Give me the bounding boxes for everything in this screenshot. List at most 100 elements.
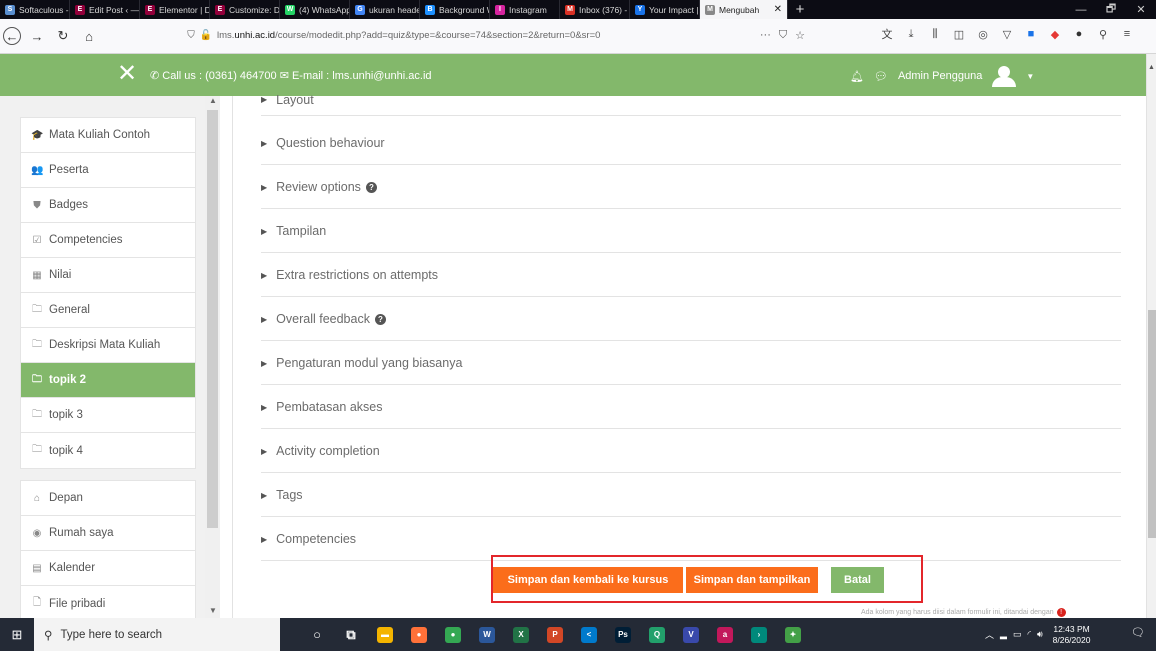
- sidebar-item-nilai[interactable]: ▦ Nilai: [21, 258, 195, 293]
- app-icon[interactable]: Q: [640, 618, 674, 651]
- sidebar-item-topik-4[interactable]: 🗀 topik 4: [21, 433, 195, 468]
- sidebar-item-kalender[interactable]: ▤ Kalender: [21, 551, 195, 586]
- section-review-options[interactable]: ▶ Review options?: [261, 166, 1121, 209]
- help-icon[interactable]: ?: [365, 181, 377, 193]
- a-app-icon[interactable]: a: [708, 618, 742, 651]
- sidebar-item-mata-kuliah-contoh[interactable]: 🎓 Mata Kuliah Contoh: [21, 118, 195, 153]
- volume-icon[interactable]: 🔊︎: [1037, 629, 1043, 640]
- vscode-icon[interactable]: <: [572, 618, 606, 651]
- network-icon[interactable]: ▂: [1000, 629, 1007, 640]
- section-pengaturan-modul-yang-biasanya[interactable]: ▶ Pengaturan modul yang biasanya: [261, 342, 1121, 385]
- section-activity-completion[interactable]: ▶ Activity completion: [261, 430, 1121, 473]
- browser-tab[interactable]: M Inbox (376) - l: [560, 0, 630, 19]
- browser-tab[interactable]: I Instagram: [490, 0, 560, 19]
- sidebar-scrollbar[interactable]: ▲ ▼: [205, 96, 220, 618]
- sidebar-item-peserta[interactable]: 👥 Peserta: [21, 153, 195, 188]
- menu-icon[interactable]: ≡: [1120, 26, 1134, 42]
- home-nav-icon[interactable]: ⌂: [79, 26, 99, 46]
- url-bar[interactable]: ⛉ 🔓 lms.unhi.ac.id/course/modedit.php?ad…: [183, 24, 811, 46]
- photoshop-icon[interactable]: Ps: [606, 618, 640, 651]
- account-icon[interactable]: ◎: [976, 26, 990, 42]
- sidebar-item-rumah-saya[interactable]: ◉ Rumah saya: [21, 516, 195, 551]
- help-icon[interactable]: ?: [374, 313, 386, 325]
- save-display-button[interactable]: Simpan dan tampilkan: [686, 567, 818, 593]
- windows-start-icon[interactable]: ⊞: [0, 618, 34, 651]
- sidebar-scrollbar-thumb[interactable]: [207, 110, 218, 528]
- extension-circle-icon[interactable]: ●: [1072, 26, 1086, 42]
- close-drawer-icon[interactable]: ✕: [117, 62, 137, 86]
- new-tab-button[interactable]: +: [788, 0, 812, 19]
- sidebar-item-deskripsi-mata-kuliah[interactable]: 🗀 Deskripsi Mata Kuliah: [21, 328, 195, 363]
- browser-tab[interactable]: E Elementor | Do: [140, 0, 210, 19]
- sidebar-item-topik-2[interactable]: 🗀 topik 2: [21, 363, 195, 398]
- forward-icon[interactable]: →: [27, 26, 47, 46]
- browser-tab[interactable]: B Background We: [420, 0, 490, 19]
- avatar[interactable]: [992, 66, 1017, 87]
- save-return-button[interactable]: Simpan dan kembali ke kursus: [493, 567, 683, 593]
- section-overall-feedback[interactable]: ▶ Overall feedback?: [261, 298, 1121, 341]
- close-tab-icon[interactable]: ✕: [774, 4, 782, 15]
- section-pembatasan-akses[interactable]: ▶ Pembatasan akses: [261, 386, 1121, 429]
- minimize-icon[interactable]: —: [1066, 0, 1096, 19]
- user-name[interactable]: Admin Pengguna: [898, 70, 982, 82]
- sidebar-scroll-down-icon[interactable]: ▼: [209, 606, 217, 615]
- firefox-icon[interactable]: ●: [402, 618, 436, 651]
- cancel-button[interactable]: Batal: [831, 567, 884, 593]
- browser-tab[interactable]: W (4) WhatsApp: [280, 0, 350, 19]
- section-layout[interactable]: ▶ Layout: [261, 84, 1121, 116]
- extension-color-icon[interactable]: ◆: [1048, 26, 1062, 42]
- section-tampilan[interactable]: ▶ Tampilan: [261, 210, 1121, 253]
- close-window-icon[interactable]: ✕: [1126, 0, 1156, 19]
- file-explorer-icon[interactable]: ▬: [368, 618, 402, 651]
- sidebar-item-general[interactable]: 🗀 General: [21, 293, 195, 328]
- browser-tab[interactable]: Gukuran header: [350, 0, 420, 19]
- browser-tab[interactable]: E Customize: Do: [210, 0, 280, 19]
- extension-blue-icon[interactable]: ■: [1024, 26, 1038, 42]
- caret-down-icon[interactable]: ▼: [1026, 72, 1034, 81]
- section-tags[interactable]: ▶ Tags: [261, 474, 1121, 517]
- sidebar-toggle-icon[interactable]: ◫: [952, 26, 966, 42]
- sidebar-item-competencies[interactable]: ☑ Competencies: [21, 223, 195, 258]
- powerpoint-icon[interactable]: P: [538, 618, 572, 651]
- page-scrollbar-thumb[interactable]: [1148, 310, 1156, 538]
- browser-tab[interactable]: E Edit Post ‹ — V: [70, 0, 140, 19]
- task-view-icon[interactable]: ⧉: [334, 618, 368, 651]
- sidebar-item-file-pribadi[interactable]: 🗋 File pribadi: [21, 586, 195, 621]
- word-icon[interactable]: W: [470, 618, 504, 651]
- chat-icon[interactable]: 💬︎: [874, 70, 888, 83]
- pocket-icon[interactable]: ⛉: [779, 29, 787, 42]
- cortana-icon[interactable]: ○: [300, 618, 334, 651]
- section-extra-restrictions-on-attempts[interactable]: ▶ Extra restrictions on attempts: [261, 254, 1121, 297]
- browser-tab[interactable]: S Softaculous - S: [0, 0, 70, 19]
- browser-tab[interactable]: Y Your Impact | T: [630, 0, 700, 19]
- browser-tab[interactable]: M Mengubah ✕: [700, 0, 788, 19]
- feather-app-icon[interactable]: ✦: [776, 618, 810, 651]
- sidebar-item-topik-3[interactable]: 🗀 topik 3: [21, 398, 195, 433]
- bell-icon[interactable]: 🔔︎: [850, 70, 864, 83]
- url-text[interactable]: lms.unhi.ac.id/course/modedit.php?add=qu…: [217, 30, 600, 41]
- page-scrollbar[interactable]: ▲: [1146, 54, 1156, 618]
- battery-icon[interactable]: ▭: [1013, 629, 1022, 640]
- sidebar-scroll-up-icon[interactable]: ▲: [209, 96, 217, 105]
- taskbar-search[interactable]: ⚲ Type here to search: [34, 618, 280, 651]
- extension-puzzle-icon[interactable]: ⚲: [1096, 26, 1110, 42]
- insecure-lock-icon[interactable]: 🔓: [199, 30, 213, 41]
- notification-center-icon[interactable]: 🗨︎: [1130, 626, 1146, 642]
- excel-icon[interactable]: X: [504, 618, 538, 651]
- tray-chevron-icon[interactable]: ︿: [985, 628, 994, 641]
- chrome-icon[interactable]: ●: [436, 618, 470, 651]
- reload-icon[interactable]: ↻: [53, 26, 73, 46]
- library-icon[interactable]: ⫼: [928, 26, 942, 42]
- wifi-icon[interactable]: ◜: [1027, 629, 1031, 640]
- v-app-icon[interactable]: V: [674, 618, 708, 651]
- sidebar-item-depan[interactable]: ⌂ Depan: [21, 481, 195, 516]
- arrow-app-icon[interactable]: ›: [742, 618, 776, 651]
- bookmark-star-icon[interactable]: ☆: [795, 29, 805, 42]
- sidebar-item-badges[interactable]: ⛊ Badges: [21, 188, 195, 223]
- download-icon[interactable]: ⤓: [904, 26, 918, 42]
- section-question-behaviour[interactable]: ▶ Question behaviour: [261, 122, 1121, 165]
- page-actions-icon[interactable]: ···: [760, 29, 771, 42]
- translate-icon[interactable]: 文: [880, 26, 894, 42]
- clock[interactable]: 12:43 PM 8/26/2020: [1053, 624, 1091, 646]
- scroll-up-icon[interactable]: ▲: [1148, 64, 1155, 71]
